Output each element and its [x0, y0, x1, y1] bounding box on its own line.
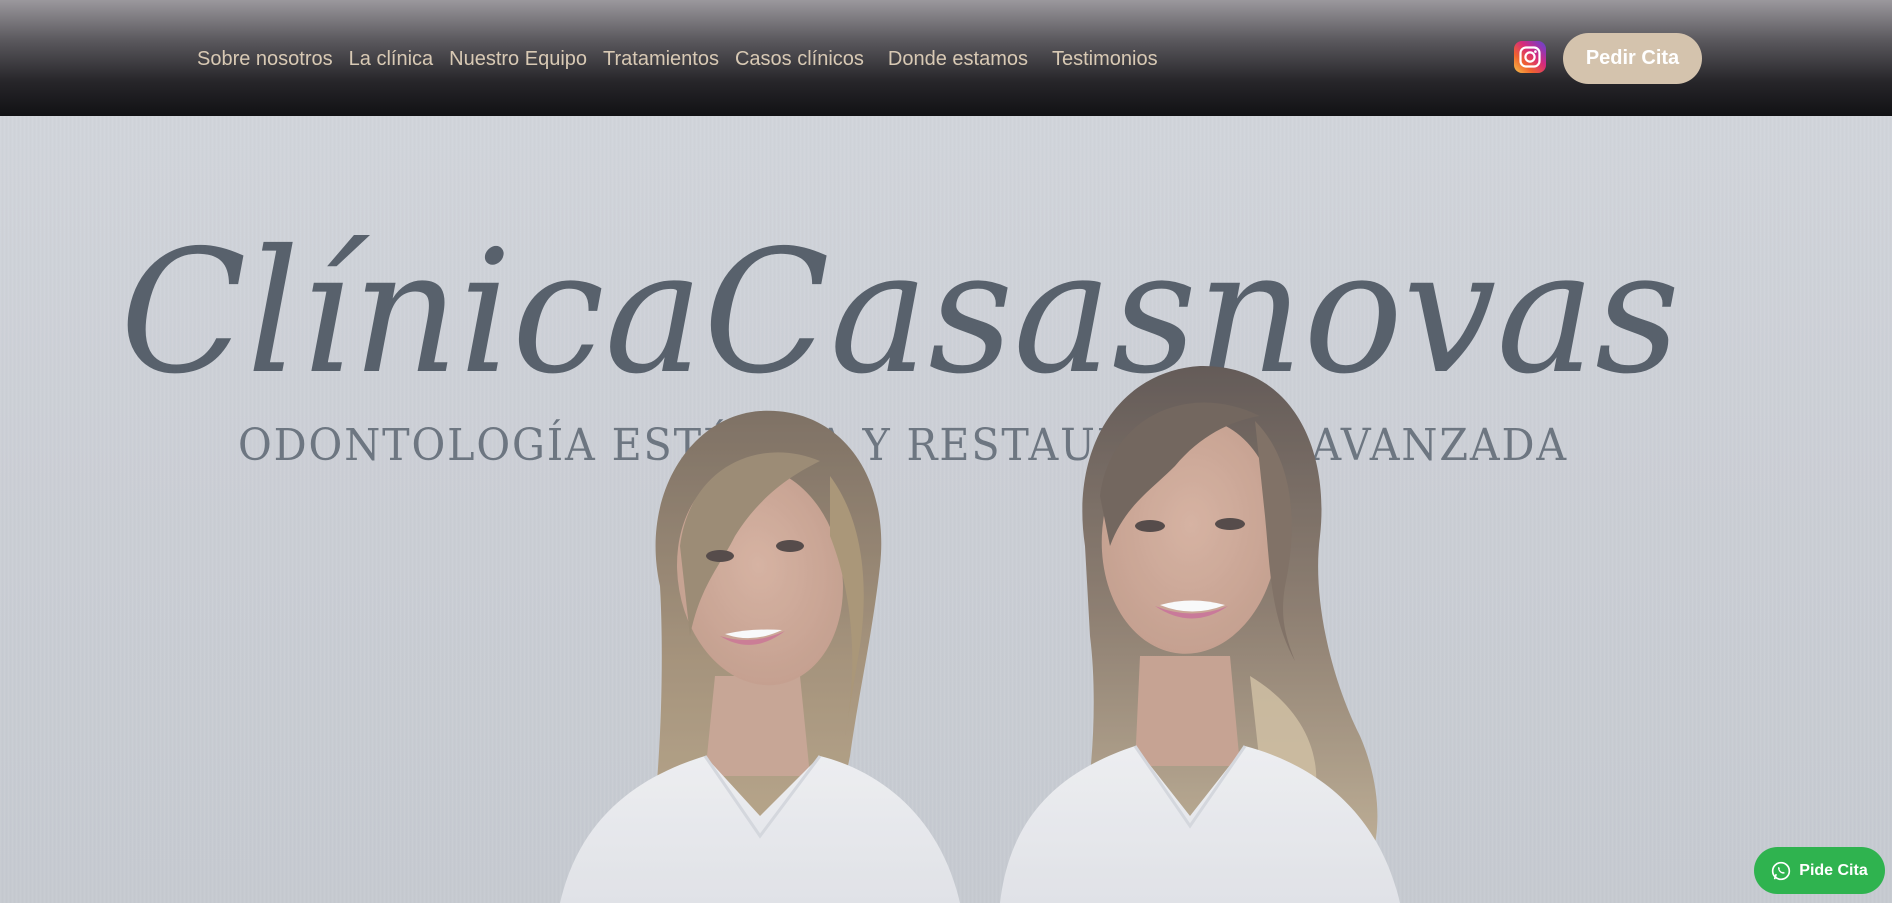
whatsapp-pide-cita-button[interactable]: Pide Cita — [1754, 847, 1885, 894]
nav-casos-clinicos[interactable]: Casos clínicos — [735, 48, 864, 71]
instagram-icon[interactable] — [1514, 41, 1546, 73]
nav-tratamientos[interactable]: Tratamientos — [603, 48, 719, 71]
hero-photo: ClínicaCasasnovas ODONTOLOGÍA ESTÉTICA Y… — [0, 116, 1892, 903]
whatsapp-icon — [1771, 861, 1791, 881]
page: Sobre nosotros La clínica Nuestro Equipo… — [0, 0, 1892, 903]
site-header: Sobre nosotros La clínica Nuestro Equipo… — [0, 0, 1892, 116]
main-nav: Sobre nosotros La clínica Nuestro Equipo… — [197, 46, 1174, 72]
nav-sobre-nosotros[interactable]: Sobre nosotros — [197, 48, 333, 71]
hero-section: ClínicaCasasnovas ODONTOLOGÍA ESTÉTICA Y… — [0, 116, 1892, 903]
nav-donde-estamos[interactable]: Donde estamos — [888, 48, 1028, 71]
whatsapp-label: Pide Cita — [1799, 861, 1868, 879]
nav-la-clinica[interactable]: La clínica — [349, 48, 434, 71]
nav-nuestro-equipo[interactable]: Nuestro Equipo — [449, 48, 587, 71]
pedir-cita-button[interactable]: Pedir Cita — [1563, 33, 1702, 84]
nav-testimonios[interactable]: Testimonios — [1052, 48, 1158, 71]
